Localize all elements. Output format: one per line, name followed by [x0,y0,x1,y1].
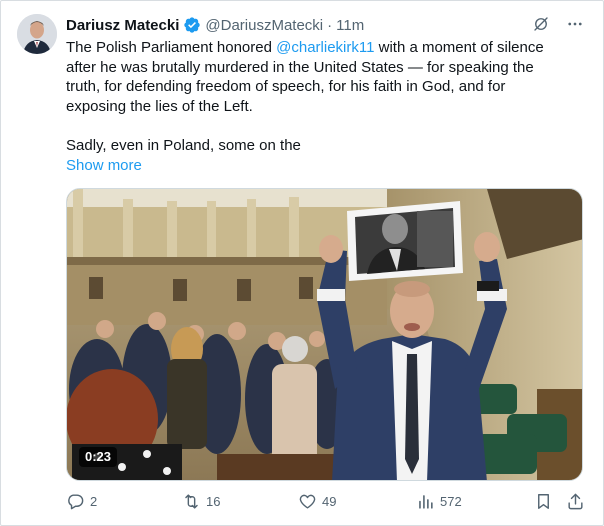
reply-button[interactable]: 2 [66,490,97,512]
separator-dot: · [327,16,333,34]
tweet-text-line-1: The Polish Parliament honored @charlieki… [66,38,586,58]
views-icon [419,494,433,509]
views-count: 572 [440,493,462,509]
verified-badge-icon [183,16,201,34]
tweet-card: Dariusz Matecki @DariuszMatecki · 11m Th… [0,0,604,526]
grok-icon[interactable] [531,14,551,34]
views-button[interactable]: 572 [416,490,462,512]
author-name[interactable]: Dariusz Matecki [66,17,179,34]
bookmark-icon [538,493,549,509]
text-segment: with a moment of silence [374,39,544,56]
tweet-text-line-4: exposing the lies of the Left. [66,97,253,115]
text-segment: The Polish Parliament honored [66,39,277,56]
repost-button[interactable]: 16 [182,490,220,512]
avatar[interactable] [17,14,57,54]
tweet-text-line-3: truth, for defending freedom of speech, … [66,78,506,96]
tweet-text-line-5: Sadly, even in Poland, some on the [66,136,301,154]
like-icon [299,494,316,509]
video-player[interactable] [66,188,583,481]
video-duration-badge: 0:23 [79,447,118,467]
timestamp[interactable]: 11m [336,17,364,34]
show-more-link[interactable]: Show more [66,157,142,174]
repost-icon [185,493,198,509]
reply-icon [68,493,84,509]
author-handle[interactable]: @DariuszMatecki [205,17,323,34]
tweet-header: Dariusz Matecki @DariuszMatecki · 11m [66,15,583,35]
more-icon[interactable] [565,14,585,34]
bookmark-button[interactable] [534,490,553,512]
reply-count: 2 [90,493,98,509]
video-thumbnail [67,189,582,480]
action-bar: 2 16 49 572 [66,490,583,512]
share-button[interactable] [566,490,585,512]
like-count: 49 [322,493,337,509]
like-button[interactable]: 49 [298,490,336,512]
mention-link[interactable]: @charliekirk11 [276,39,374,56]
repost-count: 16 [206,493,221,509]
share-icon [568,493,583,509]
tweet-text: The Polish Parliament honored @charlieki… [66,38,586,156]
header-actions [531,14,585,34]
tweet-text-line-2: after he was brutally murdered in the Un… [66,58,534,76]
